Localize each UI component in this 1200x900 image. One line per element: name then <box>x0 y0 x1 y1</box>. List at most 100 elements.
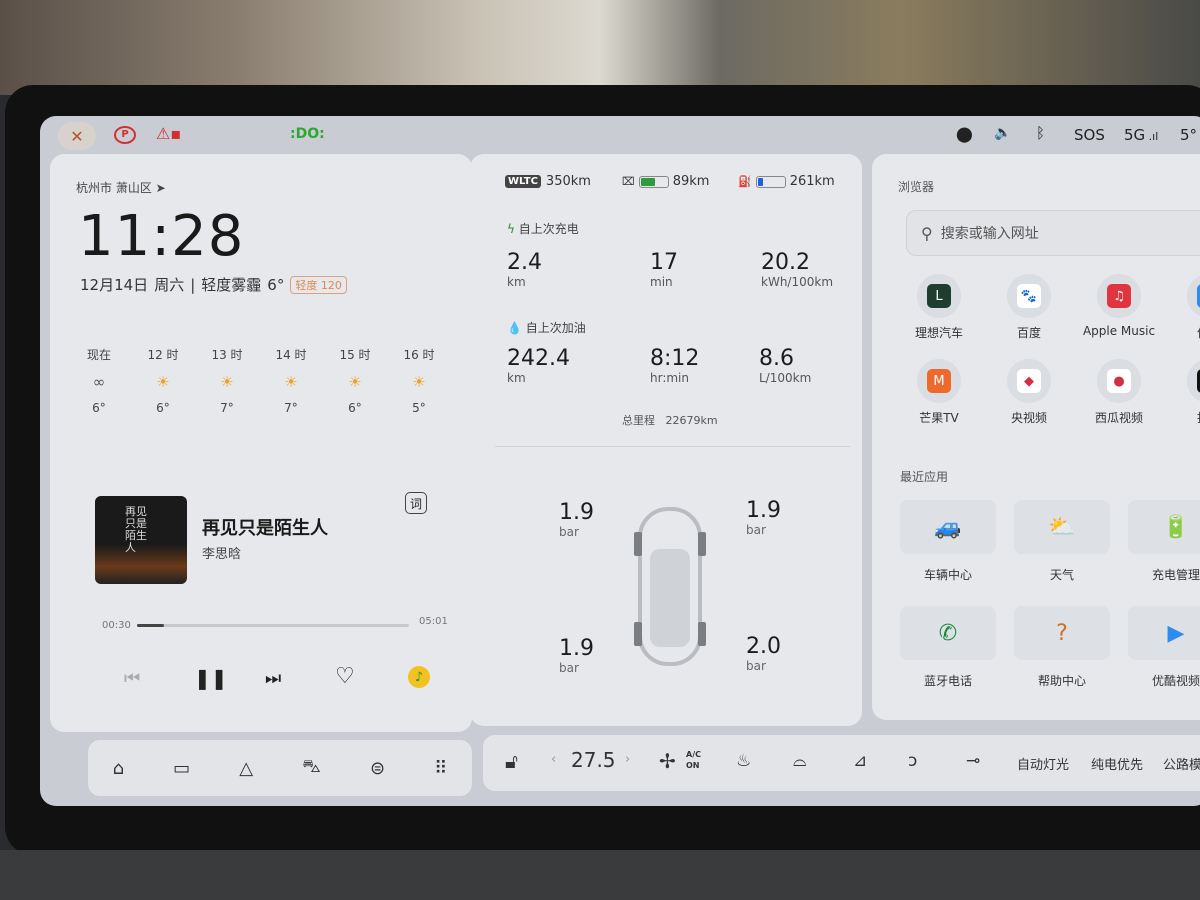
sos-button[interactable]: SOS <box>1074 126 1105 144</box>
elapsed-time: 00:30 <box>102 620 131 631</box>
browser-apps-card: 浏览器 ⚲ 搜索或输入网址 L 理想汽车 🐾 百度 ♫ Apple Music Y 优酷 M 芒果… <box>872 154 1200 720</box>
forecast-hour: 16 时 <box>403 348 435 362</box>
temp-increase-button[interactable]: › <box>625 752 630 767</box>
plug-icon[interactable]: ⊸ <box>966 751 980 771</box>
ac-status[interactable]: A/C ON <box>686 749 701 771</box>
forecast-temp: 6° <box>92 401 106 415</box>
recent-app[interactable]: ✆ 蓝牙电话 <box>900 606 996 689</box>
browser-app[interactable]: L 理想汽车 <box>894 274 984 341</box>
fuel-drop-icon: 💧 <box>507 321 522 335</box>
sun-icon: ☀ <box>412 373 426 391</box>
fuel-pump-icon: ⛽ <box>738 175 752 188</box>
fuel-range-value: 261km <box>789 174 835 189</box>
recent-app[interactable]: 🔋 充电管理 <box>1128 500 1200 583</box>
stat-unit: min <box>650 275 673 289</box>
shortcut-road-mode[interactable]: 公路模 <box>1163 754 1200 773</box>
recent-app[interactable]: ⛅ 天气 <box>1014 500 1110 583</box>
stat-unit: L/100km <box>759 371 812 385</box>
camera-icon[interactable]: ▭ <box>173 758 190 779</box>
weather-condition: 轻度雾霾 <box>201 276 262 294</box>
battery-icon: 🔋 <box>1128 500 1200 554</box>
lyrics-button[interactable]: 词 <box>405 492 427 514</box>
app-icon: ♪ <box>1187 359 1200 403</box>
forecast-item: 现在 ∞ 6° <box>74 346 124 415</box>
app-icon: ● <box>1097 359 1141 403</box>
stat-value: 8.6 <box>759 346 794 371</box>
next-track-button[interactable]: ⏭ <box>265 668 281 689</box>
navigation-icon[interactable]: △ <box>239 758 253 779</box>
bluetooth-icon: ᛒ <box>1036 124 1046 142</box>
weather-icon: ⛅ <box>1014 500 1110 554</box>
progress-bar[interactable] <box>137 624 409 627</box>
browser-app[interactable]: ● 西瓜视频 <box>1074 359 1164 426</box>
car-icon: 🚙 <box>900 500 996 554</box>
fuel-level-fill <box>757 177 763 186</box>
browser-app[interactable]: ♪ 抖音 <box>1164 359 1200 426</box>
shortcut-auto-lights[interactable]: 自动灯光 <box>1017 754 1069 773</box>
wrench-icon[interactable]: ✕ <box>58 122 96 150</box>
toggle-icon[interactable]: ⊜ <box>370 758 385 779</box>
browser-app[interactable]: ◆ 央视频 <box>984 359 1074 426</box>
shortcut-ev-priority[interactable]: 纯电优先 <box>1091 754 1143 773</box>
forecast-hour: 12 时 <box>147 348 179 362</box>
date-weather-row: 12月14日 周六 | 轻度雾霾 6° 轻度 120 <box>80 274 347 295</box>
youku-icon: ▶ <box>1128 606 1200 660</box>
fan-icon[interactable]: ✢ <box>659 749 676 773</box>
browser-search-input[interactable]: ⚲ 搜索或输入网址 <box>906 210 1200 256</box>
recent-app[interactable]: ▶ 优酷视频 <box>1128 606 1200 689</box>
seat-heat-icon[interactable]: ♨ <box>736 751 751 771</box>
pause-button[interactable]: ❚❚ <box>194 666 228 690</box>
qq-music-icon[interactable]: ♪ <box>408 666 430 688</box>
location-icon: ⬤ <box>956 125 973 143</box>
browser-app[interactable]: M 芒果TV <box>894 359 984 426</box>
odometer-value: 22679km <box>665 414 718 427</box>
charge-consumption: 20.2 kWh/100km <box>761 250 833 289</box>
temp-decrease-button[interactable]: ‹ <box>551 752 556 767</box>
sun-icon: ☀ <box>284 373 298 391</box>
lightning-icon: ϟ <box>507 222 515 236</box>
home-icon[interactable]: ⌂ <box>113 758 124 779</box>
defrost-icon[interactable]: ⌓ <box>793 751 806 771</box>
recent-app[interactable]: 🚙 车辆中心 <box>900 500 996 583</box>
mirror-fold-icon[interactable]: ⊿ <box>853 751 867 771</box>
car-icon[interactable]: ⛍ <box>302 756 321 780</box>
stat-value: 20.2 <box>761 250 810 275</box>
app-label: 西瓜视频 <box>1094 411 1143 425</box>
favorite-heart-icon[interactable]: ♡ <box>335 664 355 689</box>
album-art-text: 再见只是陌生人 <box>125 505 147 554</box>
browser-app[interactable]: 🐾 百度 <box>984 274 1074 341</box>
recent-app[interactable]: ? 帮助中心 <box>1014 606 1110 689</box>
refuel-consumption: 8.6 L/100km <box>759 346 811 385</box>
odometer: 总里程 22679km <box>622 412 718 428</box>
search-placeholder: 搜索或输入网址 <box>940 226 1039 242</box>
electric-plug-icon: ⌧ <box>622 175 635 188</box>
electric-range: ⌧ 89km <box>622 174 709 189</box>
browser-app[interactable]: ♫ Apple Music <box>1074 274 1164 338</box>
charge-port-icon[interactable]: ↄ <box>908 751 917 771</box>
stat-value: 17 <box>650 250 678 275</box>
unlock-icon[interactable]: 🔓︎ <box>505 749 518 773</box>
forecast-item: 14 时 ☀ 7° <box>266 346 316 415</box>
app-label: 百度 <box>1016 326 1041 340</box>
sun-icon: ☀ <box>220 373 234 391</box>
since-refuel-label: 自上次加油 <box>525 321 586 335</box>
previous-track-button[interactable]: ⏮ <box>124 668 140 689</box>
app-label: Apple Music <box>1082 324 1156 338</box>
apps-grid-icon[interactable]: ⠿ <box>434 758 447 779</box>
network-label: 5G <box>1124 126 1146 144</box>
haze-icon: ∞ <box>92 373 106 391</box>
album-art[interactable]: 再见只是陌生人 <box>95 496 187 584</box>
tire-unit: bar <box>559 525 579 539</box>
refuel-distance: 242.4 km <box>507 346 570 385</box>
volume-icon[interactable]: 🔈 <box>994 125 1011 141</box>
app-label: 理想汽车 <box>914 326 963 340</box>
signal-icon: .ıl <box>1145 130 1159 143</box>
electric-range-value: 89km <box>672 174 710 189</box>
clock: 11:28 <box>78 204 245 269</box>
app-label: 央视频 <box>1010 411 1047 425</box>
forecast-item: 13 时 ☀ 7° <box>202 346 252 415</box>
forecast-temp: 7° <box>284 401 298 415</box>
browser-app[interactable]: Y 优酷 <box>1164 274 1200 341</box>
forecast-item: 15 时 ☀ 6° <box>330 346 380 415</box>
tire-unit: bar <box>559 661 579 675</box>
